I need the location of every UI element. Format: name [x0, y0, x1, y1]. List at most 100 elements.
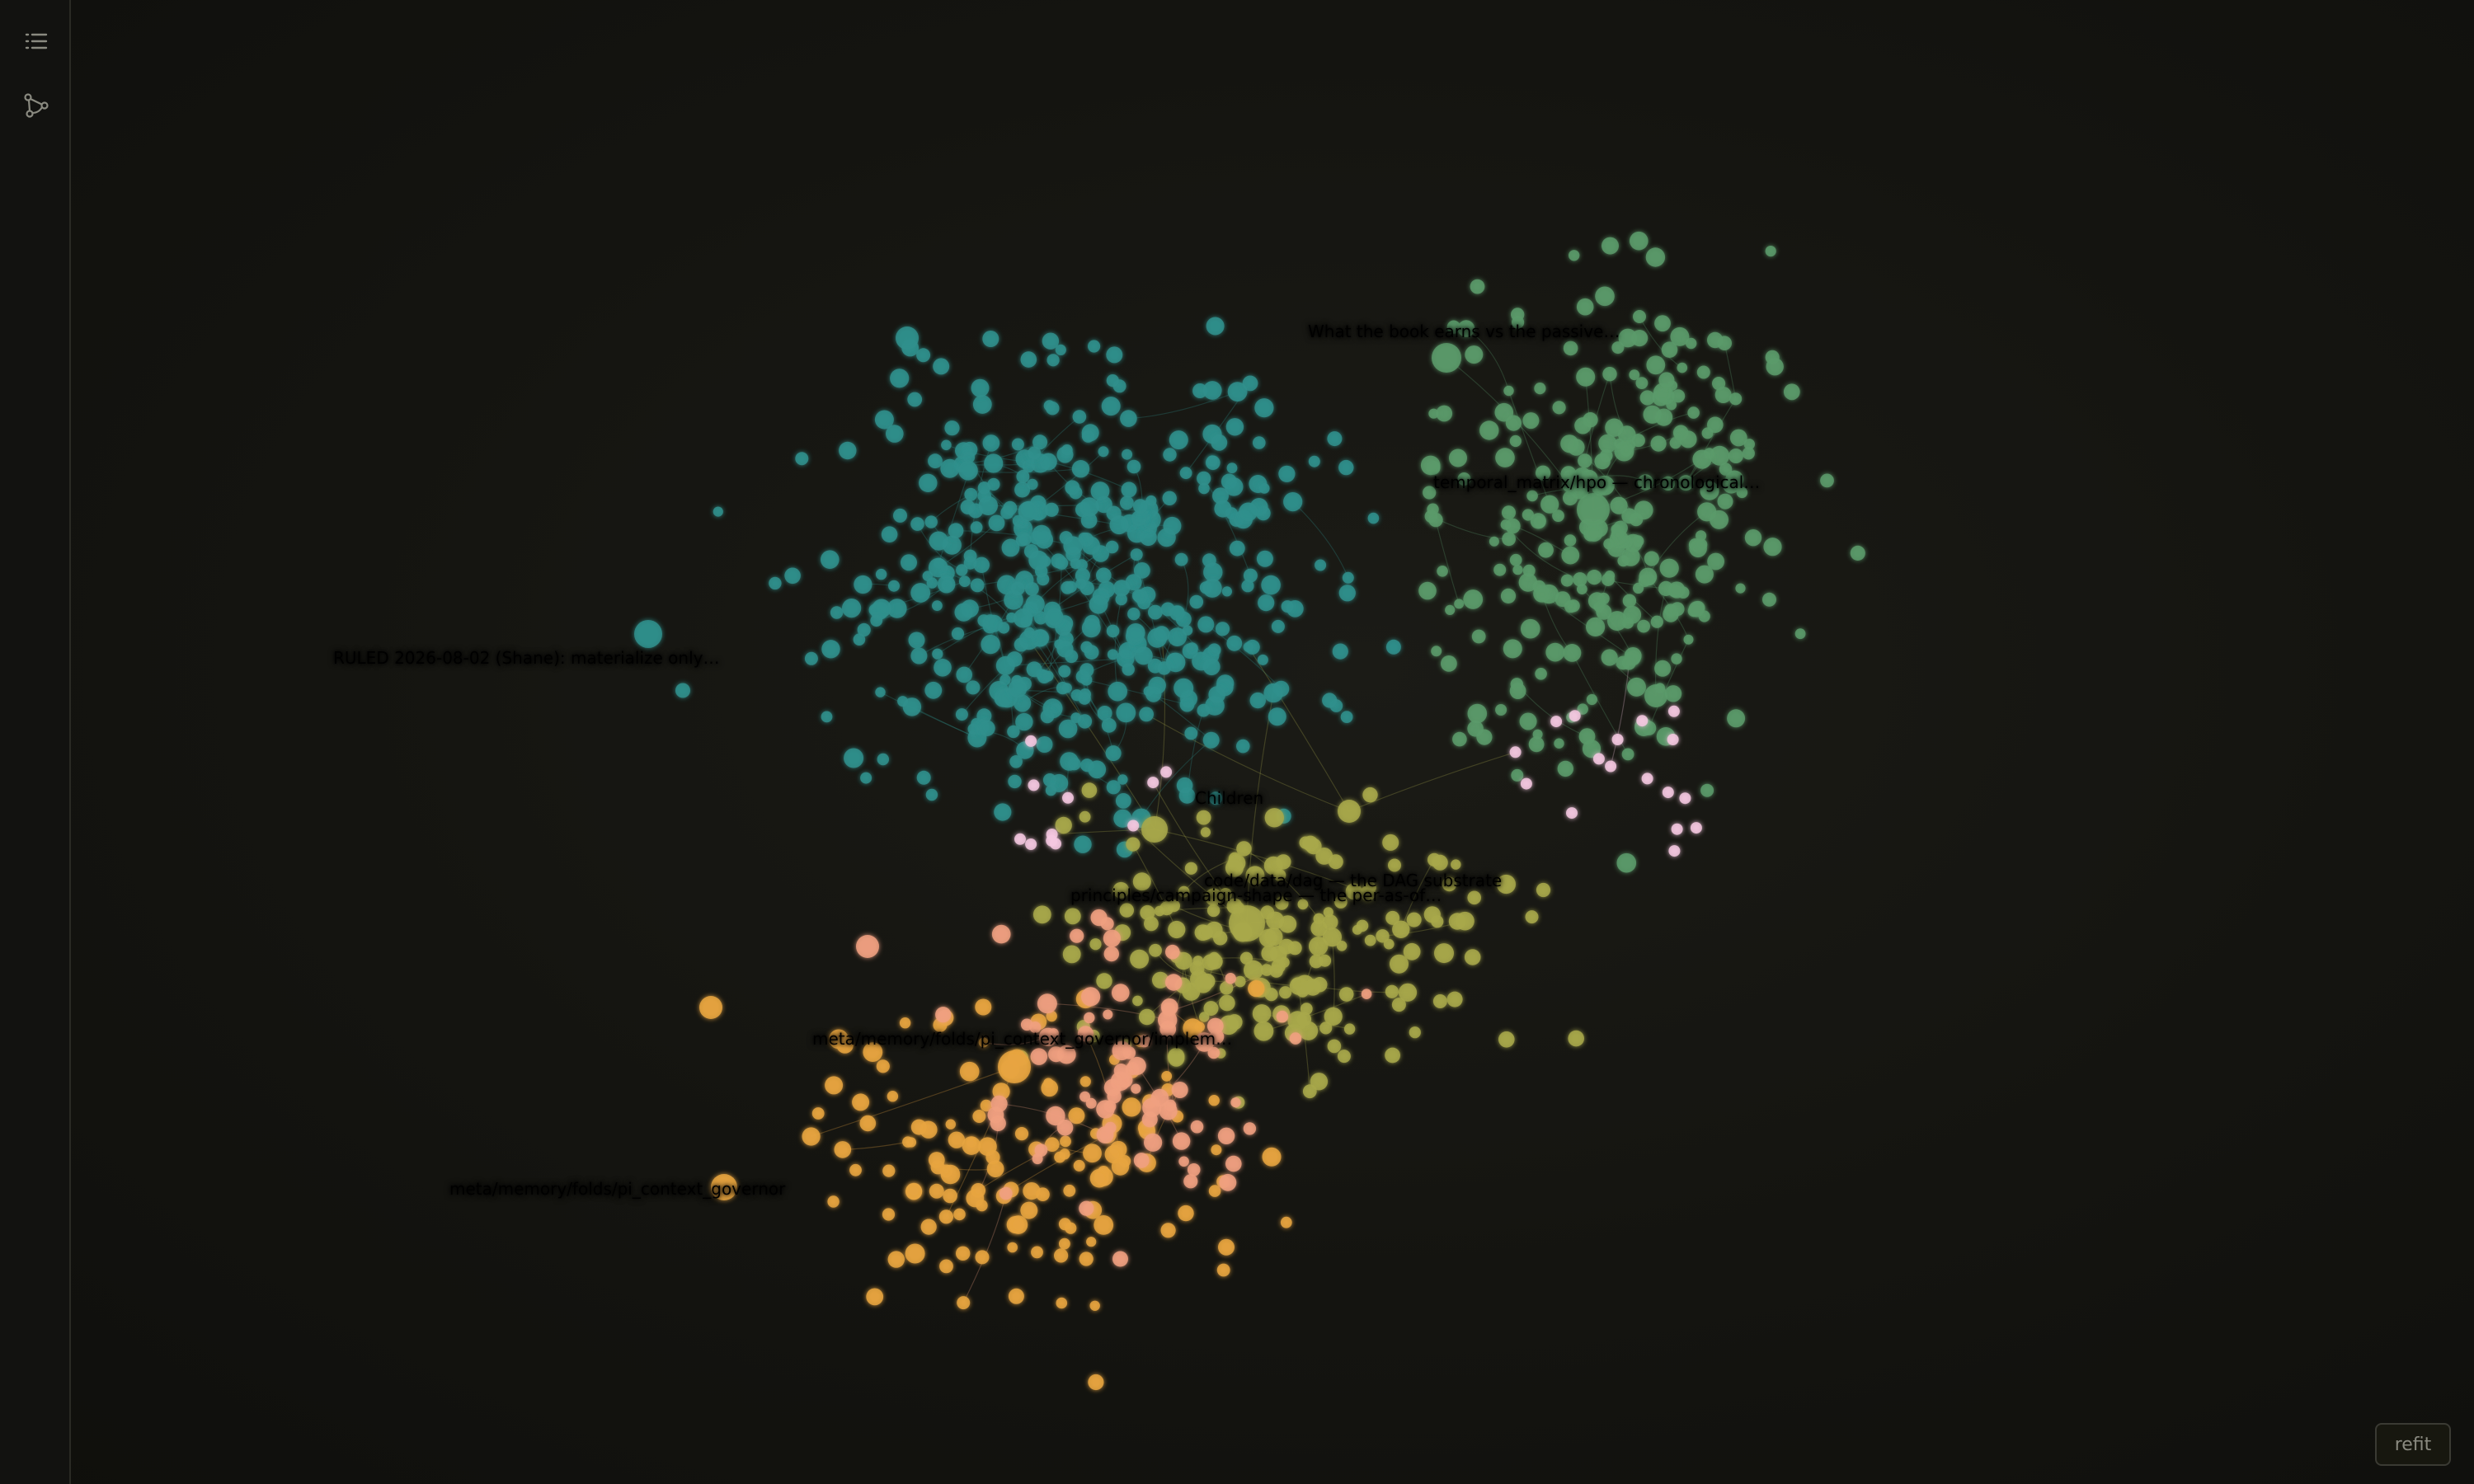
graph-node[interactable]: [1159, 1101, 1178, 1120]
graph-node[interactable]: [1169, 605, 1185, 621]
graph-node[interactable]: [954, 603, 973, 622]
graph-node[interactable]: [1467, 890, 1481, 905]
graph-node[interactable]: [802, 1127, 821, 1146]
graph-node[interactable]: [1215, 622, 1230, 636]
graph-node[interactable]: [1659, 558, 1679, 578]
graph-node[interactable]: [1081, 430, 1095, 443]
graph-node[interactable]: [1079, 497, 1099, 517]
graph-node[interactable]: [1385, 1047, 1400, 1064]
graph-node[interactable]: [1236, 739, 1250, 754]
graph-node[interactable]: [1596, 603, 1612, 620]
graph-hub-node[interactable]: [856, 935, 879, 958]
graph-node[interactable]: [1139, 1008, 1155, 1026]
graph-node[interactable]: [1671, 653, 1682, 665]
graph-node[interactable]: [1794, 628, 1806, 640]
graph-node[interactable]: [1502, 532, 1516, 547]
graph-node[interactable]: [963, 549, 977, 563]
graph-node[interactable]: [1622, 594, 1637, 608]
graph-node[interactable]: [1495, 448, 1515, 467]
graph-hub-node[interactable]: [1644, 684, 1667, 707]
graph-node[interactable]: [1361, 989, 1372, 999]
graph-node[interactable]: [1765, 246, 1776, 257]
graph-node[interactable]: [849, 1163, 862, 1176]
graph-node[interactable]: [1667, 705, 1680, 717]
graph-node[interactable]: [1428, 408, 1439, 419]
graph-node[interactable]: [1080, 641, 1093, 654]
graph-node[interactable]: [1587, 570, 1602, 585]
graph-node[interactable]: [1338, 987, 1354, 1002]
graph-node[interactable]: [1343, 1023, 1356, 1035]
graph-node[interactable]: [1134, 562, 1150, 579]
graph-node[interactable]: [1187, 1163, 1201, 1176]
graph-node[interactable]: [1028, 779, 1040, 791]
graph-node[interactable]: [1007, 725, 1020, 739]
graph-node[interactable]: [1342, 571, 1354, 584]
graph-node[interactable]: [1569, 710, 1581, 722]
graph-node[interactable]: [1602, 237, 1619, 255]
graph-node[interactable]: [1671, 823, 1683, 835]
graph-node[interactable]: [1262, 1147, 1282, 1167]
graph-node[interactable]: [1009, 755, 1023, 768]
graph-node[interactable]: [916, 348, 931, 363]
graph-node[interactable]: [1117, 774, 1128, 785]
graph-node[interactable]: [1645, 247, 1666, 267]
graph-node[interactable]: [1055, 556, 1069, 570]
graph-node[interactable]: [1406, 912, 1422, 928]
graph-node[interactable]: [1032, 524, 1051, 544]
graph-node[interactable]: [1578, 728, 1596, 745]
graph-node[interactable]: [1762, 592, 1776, 607]
graph-node[interactable]: [1385, 639, 1401, 655]
graph-node[interactable]: [866, 1288, 884, 1306]
graph-node[interactable]: [944, 420, 960, 436]
graph-node[interactable]: [1219, 1173, 1237, 1191]
graph-node[interactable]: [1122, 1097, 1141, 1117]
graph-node[interactable]: [908, 632, 925, 649]
graph-node[interactable]: [901, 554, 917, 571]
graph-node[interactable]: [1186, 642, 1198, 655]
graph-node[interactable]: [1165, 974, 1183, 991]
graph-node[interactable]: [886, 425, 904, 443]
graph-node[interactable]: [1322, 914, 1338, 930]
graph-node[interactable]: [1509, 683, 1526, 699]
graph-node[interactable]: [1229, 540, 1245, 556]
graph-node[interactable]: [1717, 493, 1733, 510]
graph-node[interactable]: [1256, 550, 1273, 567]
graph-node[interactable]: [933, 358, 950, 375]
graph-node[interactable]: [1683, 634, 1694, 645]
graph-node[interactable]: [1094, 1215, 1114, 1235]
graph-node[interactable]: [1225, 973, 1236, 984]
node-label-children[interactable]: Children: [1195, 788, 1263, 808]
graph-node[interactable]: [1616, 852, 1637, 873]
graph-node[interactable]: [1134, 646, 1153, 665]
graph-node[interactable]: [1261, 575, 1281, 595]
graph-node[interactable]: [1043, 1078, 1054, 1088]
graph-node[interactable]: [928, 557, 948, 578]
graph-node[interactable]: [1083, 1144, 1102, 1163]
graph-node[interactable]: [1003, 500, 1018, 516]
graph-node[interactable]: [970, 578, 985, 593]
node-label-ruled[interactable]: RULED 2026-08-02 (Shane): materialize on…: [333, 648, 719, 668]
graph-node[interactable]: [1278, 465, 1296, 482]
graph-node[interactable]: [1119, 903, 1135, 918]
graph-node[interactable]: [1503, 639, 1522, 659]
graph-node[interactable]: [966, 680, 981, 695]
graph-node[interactable]: [1464, 949, 1481, 965]
graph-node[interactable]: [1418, 581, 1437, 600]
graph-node[interactable]: [1550, 716, 1563, 728]
graph-node[interactable]: [1536, 882, 1551, 898]
graph-node[interactable]: [1084, 1012, 1095, 1024]
graph-node[interactable]: [1169, 430, 1188, 450]
graph-node[interactable]: [1058, 1218, 1071, 1231]
graph-node[interactable]: [1126, 623, 1145, 642]
graph-node[interactable]: [1047, 354, 1060, 367]
graph-node[interactable]: [839, 441, 857, 460]
graph-node[interactable]: [1056, 1119, 1074, 1136]
graph-node[interactable]: [1133, 1153, 1150, 1168]
graph-node[interactable]: [1140, 528, 1157, 547]
graph-node[interactable]: [1279, 986, 1292, 999]
graph-node[interactable]: [825, 1076, 844, 1095]
graph-node[interactable]: [1520, 777, 1532, 790]
graph-node[interactable]: [941, 439, 952, 451]
graph-node[interactable]: [1025, 735, 1037, 747]
graph-node[interactable]: [998, 622, 1010, 634]
